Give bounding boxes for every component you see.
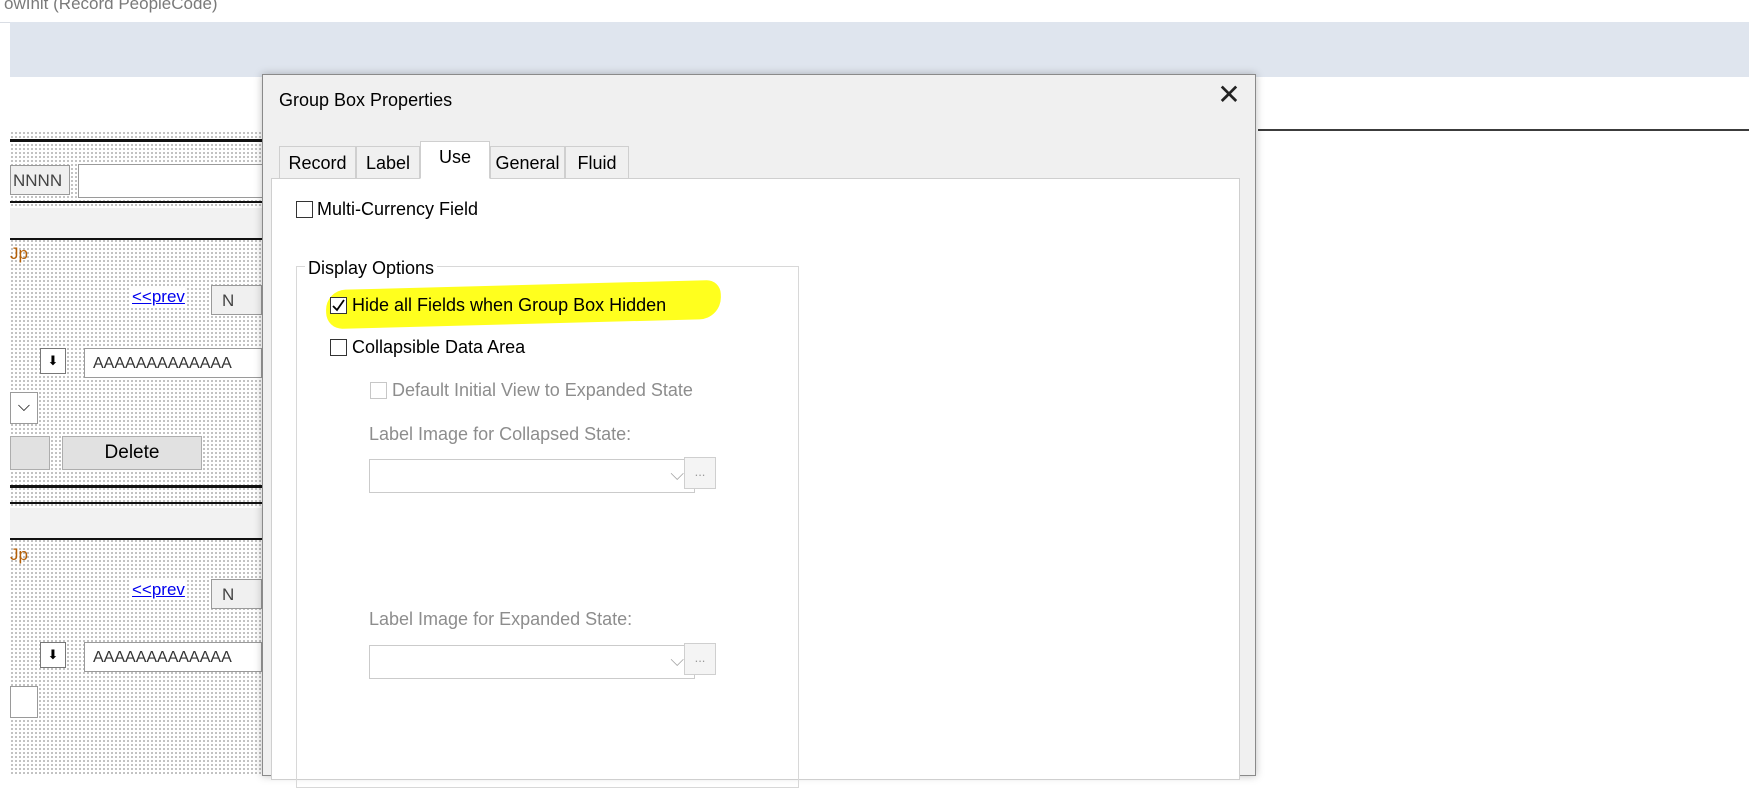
- display-options-title: Display Options: [305, 258, 438, 279]
- nav-box-text: N: [222, 291, 235, 310]
- dialog-title: Group Box Properties: [279, 90, 453, 110]
- delete-button[interactable]: Delete: [62, 436, 202, 470]
- window-title-bar: owInit (Record PeopleCode): [0, 0, 1749, 23]
- tab-record[interactable]: Record: [279, 146, 356, 178]
- tab-use[interactable]: Use: [420, 141, 490, 179]
- text-field[interactable]: AAAAAAAAAAAAA: [84, 642, 262, 672]
- text-field[interactable]: AAAAAAAAAAAAA: [84, 348, 262, 378]
- toolbar-separator: [1258, 129, 1749, 131]
- grid-border-line: [10, 485, 262, 488]
- grid-border-line: [10, 238, 262, 240]
- expanded-image-label: Label Image for Expanded State:: [369, 609, 633, 629]
- default-expanded-checkbox[interactable]: [370, 382, 387, 399]
- ribbon-band: [10, 22, 1749, 77]
- collapsible-data-area-checkbox[interactable]: [330, 339, 347, 356]
- multi-currency-checkbox[interactable]: [296, 201, 313, 218]
- nav-box[interactable]: N: [211, 285, 262, 315]
- chevron-down-icon: ⌵: [670, 464, 684, 484]
- group-box-band: [10, 208, 262, 238]
- window-title: owInit (Record PeopleCode): [4, 0, 218, 13]
- down-arrow-icon[interactable]: ⬇: [40, 348, 66, 374]
- scroll-area-title: Jp: [10, 545, 28, 564]
- tab-label[interactable]: Label: [356, 146, 420, 178]
- group-box-band: [10, 508, 262, 538]
- expanded-image-dropdown[interactable]: ⌵: [369, 645, 695, 679]
- expanded-image-browse-button[interactable]: ...: [684, 643, 716, 675]
- grid-border-line: [10, 139, 262, 142]
- hide-all-fields-checkbox[interactable]: [330, 297, 347, 314]
- scroll-area-title: Jp: [10, 244, 28, 263]
- down-arrow-icon[interactable]: ⬇: [40, 642, 66, 668]
- grid-border-line: [10, 201, 262, 203]
- grid-button[interactable]: [10, 436, 50, 470]
- multi-currency-label: Multi-Currency Field: [317, 199, 479, 219]
- chevron-down-icon: ⌵: [670, 650, 684, 670]
- collapsible-data-area-label: Collapsible Data Area: [352, 337, 526, 357]
- mask-field-text: NNNN: [13, 171, 63, 190]
- mask-field[interactable]: NNNN: [10, 165, 70, 195]
- nav-box-text: N: [222, 585, 235, 604]
- collapsed-image-dropdown[interactable]: ⌵: [369, 459, 695, 493]
- use-tab-panel: Multi-Currency Field Display Options Hid…: [271, 178, 1240, 788]
- collapsed-image-browse-button[interactable]: ...: [684, 457, 716, 489]
- tab-general[interactable]: General: [490, 146, 565, 178]
- grid-border-line: [10, 502, 262, 504]
- close-icon[interactable]: ✕: [1213, 79, 1245, 111]
- check-icon: [332, 299, 345, 312]
- edit-box-field[interactable]: [78, 164, 264, 198]
- hide-all-fields-label: Hide all Fields when Group Box Hidden: [352, 295, 667, 315]
- tab-fluid[interactable]: Fluid: [565, 146, 629, 178]
- prev-link[interactable]: <<prev: [131, 580, 186, 600]
- prev-link[interactable]: <<prev: [131, 287, 186, 307]
- grid-border-line: [10, 538, 262, 540]
- group-box-properties-dialog: Group Box Properties ✕ Record Label Use …: [262, 74, 1256, 788]
- edit-box-field[interactable]: [10, 686, 38, 718]
- collapsed-image-label: Label Image for Collapsed State:: [369, 424, 632, 444]
- nav-box[interactable]: N: [211, 579, 262, 609]
- dropdown-chevron-icon[interactable]: ⌵: [10, 392, 38, 424]
- default-expanded-label: Default Initial View to Expanded State: [392, 380, 693, 400]
